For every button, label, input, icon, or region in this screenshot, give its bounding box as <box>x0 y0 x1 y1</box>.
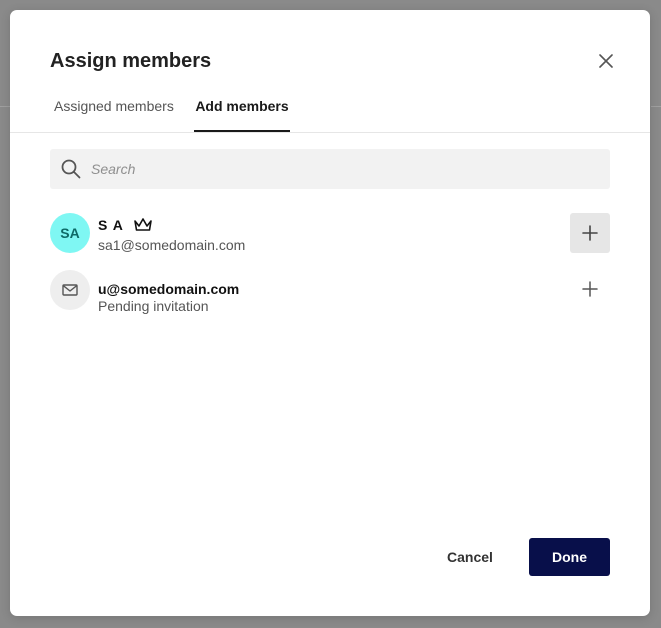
member-row: SA S A sa1@somedomain.com <box>50 211 610 255</box>
tab-add-members[interactable]: Add members <box>194 95 290 132</box>
member-status: Pending invitation <box>98 298 209 314</box>
done-button[interactable]: Done <box>529 538 610 576</box>
member-name-text: u@somedomain.com <box>98 281 240 297</box>
search-icon <box>61 159 81 179</box>
plus-icon <box>582 281 598 297</box>
tab-assigned-members[interactable]: Assigned members <box>54 95 174 132</box>
member-name-text: S A <box>98 217 124 233</box>
add-member-button[interactable] <box>570 269 610 309</box>
search-input[interactable] <box>91 149 591 189</box>
avatar <box>50 270 90 310</box>
member-row: u@somedomain.com Pending invitation <box>50 268 610 314</box>
tab-bar: Assigned members Add members <box>10 95 650 133</box>
close-button[interactable] <box>596 51 616 71</box>
backdrop-divider <box>0 106 10 107</box>
assign-members-dialog: Assign members Assigned members Add memb… <box>10 10 650 616</box>
cancel-button[interactable]: Cancel <box>430 538 510 576</box>
dialog-title: Assign members <box>50 50 212 72</box>
avatar: SA <box>50 213 90 253</box>
member-email: sa1@somedomain.com <box>98 237 246 253</box>
crown-icon <box>134 218 152 231</box>
member-name: u@somedomain.com <box>98 280 239 298</box>
mail-icon <box>62 284 78 296</box>
backdrop-divider <box>651 106 661 107</box>
close-icon <box>599 54 613 68</box>
add-member-button[interactable] <box>570 213 610 253</box>
member-name: S A <box>98 216 153 234</box>
plus-icon <box>582 225 598 241</box>
search-box <box>50 149 610 189</box>
